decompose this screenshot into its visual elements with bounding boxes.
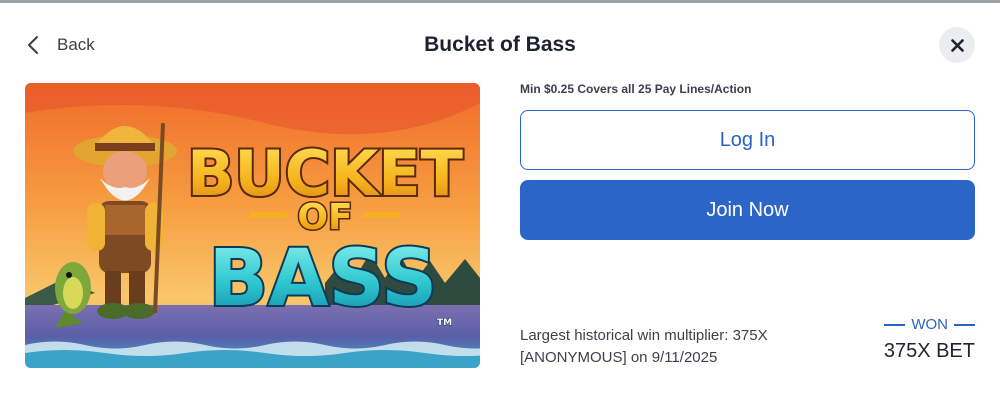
winner-text: [ANONYMOUS] on 9/11/2025 — [520, 349, 718, 366]
modal-header: Back Bucket of Bass — [0, 0, 1000, 90]
login-button[interactable]: Log In — [520, 110, 975, 170]
won-badge: WON — [870, 316, 975, 333]
won-line-right — [954, 323, 975, 326]
logo-line-3: BASS — [209, 234, 438, 324]
trademark-mark: TM — [437, 318, 452, 328]
game-thumbnail: BUCKET OF BASS TM — [25, 83, 480, 368]
won-label: WON — [911, 316, 948, 333]
logo-line-2: OF — [297, 197, 352, 238]
close-icon — [950, 38, 964, 52]
join-now-button[interactable]: Join Now — [520, 180, 975, 240]
min-bet-text: Min $0.25 Covers all 25 Pay Lines/Action — [520, 82, 752, 96]
close-button[interactable] — [939, 27, 975, 63]
win-info: Largest historical win multiplier: 375X … — [520, 325, 768, 369]
won-line-left — [884, 323, 906, 326]
win-multiplier-text: Largest historical win multiplier: 375X — [520, 327, 768, 344]
page-title: Bucket of Bass — [424, 33, 576, 56]
game-artwork: BUCKET OF BASS TM — [25, 83, 480, 368]
won-value: 375X BET — [883, 340, 975, 362]
